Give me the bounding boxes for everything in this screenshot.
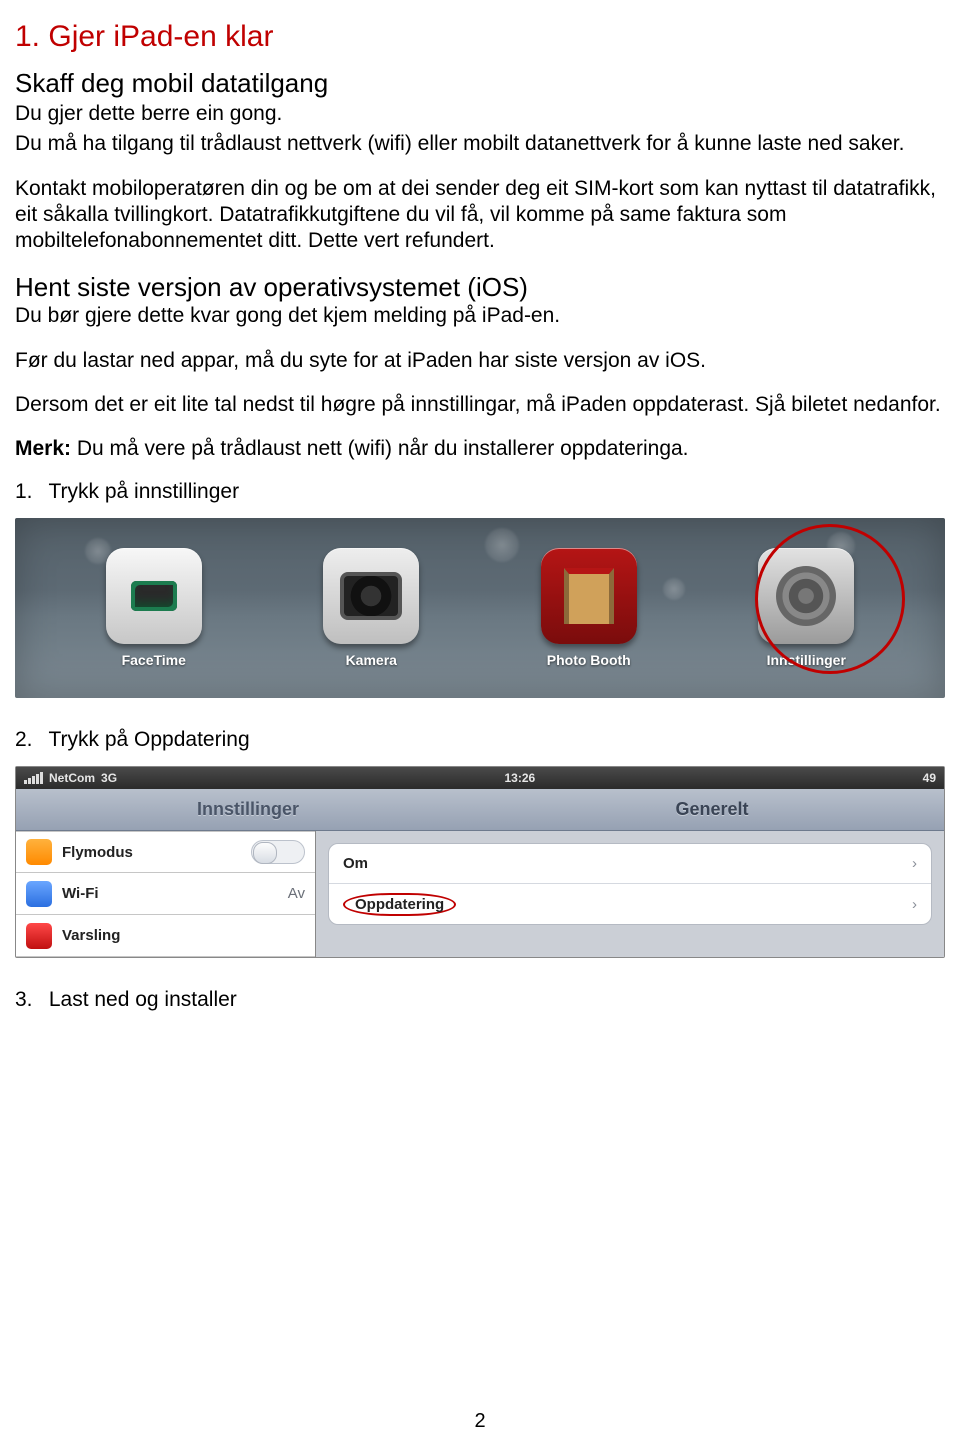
step-text: Trykk på innstillinger: [48, 480, 239, 503]
app-facetime[interactable]: FaceTime: [89, 548, 219, 668]
step-3: 3. Last ned og installer: [15, 988, 945, 1012]
step-1: 1. Trykk på innstillinger: [15, 480, 945, 504]
settings-detail: Om › Oppdatering ›: [316, 831, 944, 957]
chevron-right-icon: ›: [912, 896, 917, 913]
row-label: Oppdatering: [355, 896, 444, 913]
step-number: 2.: [15, 728, 43, 752]
nav-bar: Innstillinger Generelt: [16, 789, 944, 831]
setting-varsling[interactable]: Varsling: [16, 915, 315, 957]
setting-flymodus[interactable]: Flymodus: [16, 831, 315, 873]
step-number: 3.: [15, 988, 43, 1012]
photobooth-icon: [541, 548, 637, 644]
screenshot-settings: NetCom 3G 13:26 49 Innstillinger Generel…: [15, 766, 945, 958]
status-battery: 49: [923, 771, 936, 785]
settings-split: Flymodus Wi-Fi Av Varsling Om ›: [16, 831, 944, 957]
notification-icon: [26, 923, 52, 949]
app-kamera[interactable]: Kamera: [306, 548, 436, 668]
app-dock: FaceTime Kamera Photo Booth Innstillinge…: [15, 548, 945, 668]
settings-card: Om › Oppdatering ›: [328, 843, 932, 925]
app-label: Photo Booth: [547, 652, 631, 668]
row-label: Om: [343, 855, 368, 872]
row-oppdatering[interactable]: Oppdatering ›: [329, 884, 931, 924]
merk-text: Du må vere på trådlaust nett (wifi) når …: [71, 437, 688, 460]
setting-label: Wi-Fi: [62, 885, 99, 902]
facetime-icon: [106, 548, 202, 644]
subheading-ios: Hent siste versjon av operativsystemet (…: [15, 272, 945, 303]
app-innstillinger[interactable]: Innstillinger: [741, 548, 871, 668]
paragraph: Du bør gjere dette kvar gong det kjem me…: [15, 303, 945, 329]
toggle-off[interactable]: [251, 840, 305, 864]
app-photobooth[interactable]: Photo Booth: [524, 548, 654, 668]
page-heading: 1. Gjer iPad-en klar: [15, 20, 945, 54]
settings-sidebar: Flymodus Wi-Fi Av Varsling: [16, 831, 316, 957]
annotation-oval: Oppdatering: [343, 893, 456, 916]
paragraph-merk: Merk: Du må vere på trådlaust nett (wifi…: [15, 436, 945, 462]
carrier-label: NetCom: [49, 771, 95, 785]
step-number: 1.: [15, 480, 43, 504]
step-text: Last ned og installer: [49, 988, 237, 1011]
merk-label: Merk:: [15, 437, 71, 460]
paragraph: Før du lastar ned appar, må du syte for …: [15, 348, 945, 374]
camera-icon: [323, 548, 419, 644]
signal-bars-icon: [24, 772, 43, 784]
paragraph: Du må ha tilgang til trådlaust nettverk …: [15, 131, 945, 157]
chevron-right-icon: ›: [912, 855, 917, 872]
setting-label: Varsling: [62, 927, 120, 944]
settings-icon: [758, 548, 854, 644]
wifi-icon: [26, 881, 52, 907]
setting-label: Flymodus: [62, 844, 133, 861]
status-time: 13:26: [504, 771, 535, 785]
gear-icon: [776, 566, 836, 626]
step-text: Trykk på Oppdatering: [48, 728, 249, 751]
step-2: 2. Trykk på Oppdatering: [15, 728, 945, 752]
setting-wifi[interactable]: Wi-Fi Av: [16, 873, 315, 915]
setting-value: Av: [288, 885, 305, 902]
app-label: Kamera: [346, 652, 397, 668]
screenshot-home-dock: FaceTime Kamera Photo Booth Innstillinge…: [15, 518, 945, 698]
nav-title-left: Innstillinger: [16, 789, 480, 830]
network-label: 3G: [101, 771, 117, 785]
paragraph: Dersom det er eit lite tal nedst til høg…: [15, 392, 945, 418]
airplane-icon: [26, 839, 52, 865]
nav-title-right: Generelt: [480, 789, 944, 830]
status-bar: NetCom 3G 13:26 49: [16, 767, 944, 789]
subheading-datatilgang: Skaff deg mobil datatilgang: [15, 68, 945, 99]
status-left: NetCom 3G: [24, 771, 117, 785]
row-om[interactable]: Om ›: [329, 844, 931, 884]
app-label: Innstillinger: [767, 652, 846, 668]
page-number: 2: [0, 1410, 960, 1433]
paragraph: Kontakt mobiloperatøren din og be om at …: [15, 176, 945, 255]
paragraph: Du gjer dette berre ein gong.: [15, 101, 945, 127]
app-label: FaceTime: [122, 652, 186, 668]
